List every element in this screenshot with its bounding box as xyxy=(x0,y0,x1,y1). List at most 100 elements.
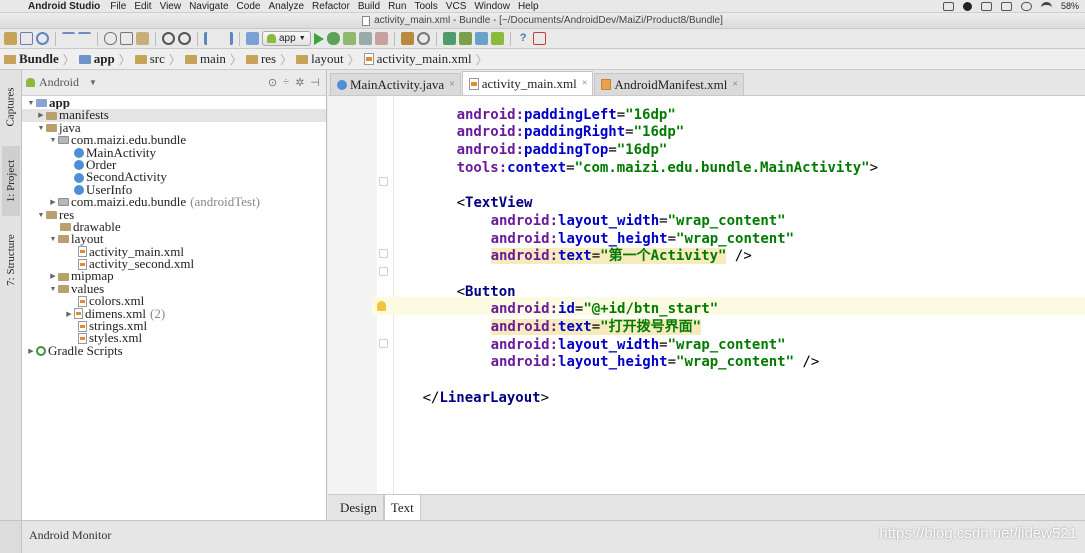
save-all-icon[interactable] xyxy=(20,32,33,45)
back-icon[interactable] xyxy=(204,32,217,45)
breadcrumb-item-app[interactable]: app xyxy=(78,51,117,67)
project-view-select[interactable]: Android ▼ xyxy=(26,75,122,90)
tab-androidmanifest-xml[interactable]: AndroidManifest.xml × xyxy=(594,73,745,95)
menu-tools[interactable]: Tools xyxy=(414,1,445,12)
paste-icon[interactable] xyxy=(136,32,149,45)
gear-icon[interactable]: ✲ xyxy=(295,76,304,89)
debug-icon[interactable] xyxy=(326,32,340,45)
tree-node-mipmap[interactable]: ▶ mipmap xyxy=(22,269,326,282)
tree-node-res[interactable]: ▼ res xyxy=(22,207,326,221)
tree-node-dimens[interactable]: ▶ dimens.xml (2) xyxy=(22,306,326,320)
coverage-icon[interactable] xyxy=(358,32,372,45)
tree-node-drawable[interactable]: drawable xyxy=(22,220,326,233)
breadcrumb-item-file[interactable]: activity_main.xml xyxy=(363,51,474,67)
expanded-arrow-icon[interactable]: ▼ xyxy=(36,122,46,134)
scroll-from-source-icon[interactable]: ⊙ xyxy=(268,76,277,89)
breadcrumb-item-res[interactable]: res xyxy=(245,51,278,67)
attach-debugger-icon[interactable] xyxy=(342,32,356,45)
hide-icon[interactable]: ⊣ xyxy=(310,76,320,89)
collapsed-arrow-icon[interactable]: ▶ xyxy=(36,109,46,121)
breadcrumb-item-main[interactable]: main xyxy=(184,51,228,67)
collapsed-arrow-icon[interactable]: ▶ xyxy=(26,345,36,357)
tab-activity-main-xml[interactable]: activity_main.xml × xyxy=(461,71,594,95)
close-icon[interactable]: × xyxy=(449,79,455,90)
menu-help[interactable]: Help xyxy=(518,1,547,12)
sync-files-icon[interactable] xyxy=(36,32,49,45)
settings-icon[interactable] xyxy=(416,32,430,45)
forward-icon[interactable] xyxy=(220,32,233,45)
open-folder-icon[interactable] xyxy=(4,32,17,45)
tree-node-package[interactable]: ▼ com.maizi.edu.bundle xyxy=(22,133,326,146)
copy-icon[interactable] xyxy=(120,32,133,45)
make-project-icon[interactable] xyxy=(246,32,259,45)
structure-tool-tab[interactable]: 7: Structure xyxy=(2,222,20,298)
menu-analyze[interactable]: Analyze xyxy=(268,1,312,12)
undo-icon[interactable] xyxy=(62,32,75,45)
expanded-arrow-icon[interactable]: ▼ xyxy=(36,209,46,221)
collapsed-arrow-icon[interactable]: ▶ xyxy=(48,270,58,282)
captures-tool-tab[interactable]: Captures xyxy=(2,74,20,140)
breadcrumb-item-bundle[interactable]: Bundle xyxy=(4,51,61,67)
close-icon[interactable]: × xyxy=(732,79,738,90)
menu-file[interactable]: File xyxy=(110,1,134,12)
collapsed-arrow-icon[interactable]: ▶ xyxy=(64,308,74,320)
screen-icon[interactable] xyxy=(942,1,954,11)
left-tool-stripe: Captures 1: Project 7: Structure xyxy=(0,70,22,520)
menu-navigate[interactable]: Navigate xyxy=(189,1,236,12)
stop-icon[interactable] xyxy=(374,32,388,45)
tree-node-gradle-scripts[interactable]: ▶ Gradle Scripts xyxy=(22,344,326,357)
project-tool-tab[interactable]: 1: Project xyxy=(2,146,20,216)
close-icon[interactable]: × xyxy=(582,78,588,89)
menu-edit[interactable]: Edit xyxy=(134,1,159,12)
redo-icon[interactable] xyxy=(78,32,91,45)
tree-node-activity-second[interactable]: activity_second.xml xyxy=(22,257,326,270)
tree-node-strings[interactable]: strings.xml xyxy=(22,319,326,332)
menu-run[interactable]: Run xyxy=(388,1,414,12)
replace-icon[interactable] xyxy=(178,32,191,45)
run-icon[interactable] xyxy=(313,32,324,45)
run-config-select[interactable]: app ▼ xyxy=(262,31,311,46)
tree-node-order[interactable]: Order xyxy=(22,158,326,171)
menu-window[interactable]: Window xyxy=(474,1,518,12)
battery-percent[interactable]: 58% xyxy=(1061,1,1079,11)
expanded-arrow-icon[interactable]: ▼ xyxy=(48,233,58,245)
tree-node-mainactivity[interactable]: MainActivity xyxy=(22,145,326,159)
code-line: tools:context="com.maizi.edu.bundle.Main… xyxy=(406,141,878,176)
gradle-sync-icon[interactable] xyxy=(442,32,456,45)
wifi-icon[interactable] xyxy=(1040,1,1052,11)
sync-icon[interactable] xyxy=(1020,1,1032,11)
tab-text[interactable]: Text xyxy=(383,495,421,520)
display-icon[interactable] xyxy=(1000,1,1012,11)
tree-node-secondactivity[interactable]: SecondActivity xyxy=(22,170,326,184)
tab-mainactivity-java[interactable]: MainActivity.java × xyxy=(330,73,461,95)
menu-code[interactable]: Code xyxy=(237,1,269,12)
menu-view[interactable]: View xyxy=(160,1,190,12)
tab-design[interactable]: Design xyxy=(334,495,384,520)
expanded-arrow-icon[interactable]: ▼ xyxy=(26,97,36,109)
expanded-arrow-icon[interactable]: ▼ xyxy=(48,283,58,295)
menu-app-name[interactable]: Android Studio xyxy=(28,1,110,12)
breadcrumb-item-src[interactable]: src xyxy=(134,51,167,67)
intention-bulb-icon[interactable] xyxy=(377,301,386,311)
tree-node-colors[interactable]: colors.xml xyxy=(22,294,326,307)
cut-icon[interactable] xyxy=(104,32,117,45)
menu-vcs[interactable]: VCS xyxy=(446,1,475,12)
android-device-monitor-icon[interactable] xyxy=(490,32,504,45)
sdk-manager-icon[interactable] xyxy=(474,32,488,45)
breadcrumb-item-layout[interactable]: layout xyxy=(296,51,346,67)
collapse-all-icon[interactable]: ÷ xyxy=(283,76,289,89)
collapsed-arrow-icon[interactable]: ▶ xyxy=(48,196,58,208)
project-structure-icon[interactable] xyxy=(400,32,414,45)
code-area[interactable]: 8 9 10 11 12 13 14 15 16 17 18 19 20 21 … xyxy=(372,96,1085,494)
menu-refactor[interactable]: Refactor xyxy=(312,1,358,12)
tree-node-values[interactable]: ▼ values xyxy=(22,282,326,295)
expanded-arrow-icon[interactable]: ▼ xyxy=(48,134,58,146)
help-icon[interactable]: ? xyxy=(517,32,530,45)
qq-icon[interactable] xyxy=(962,1,972,11)
menu-build[interactable]: Build xyxy=(358,1,388,12)
android-monitor-tab[interactable]: Android Monitor xyxy=(29,528,111,543)
wechat-icon[interactable] xyxy=(980,1,992,11)
profile-icon[interactable] xyxy=(532,32,546,45)
find-icon[interactable] xyxy=(162,32,175,45)
avd-manager-icon[interactable] xyxy=(458,32,472,45)
